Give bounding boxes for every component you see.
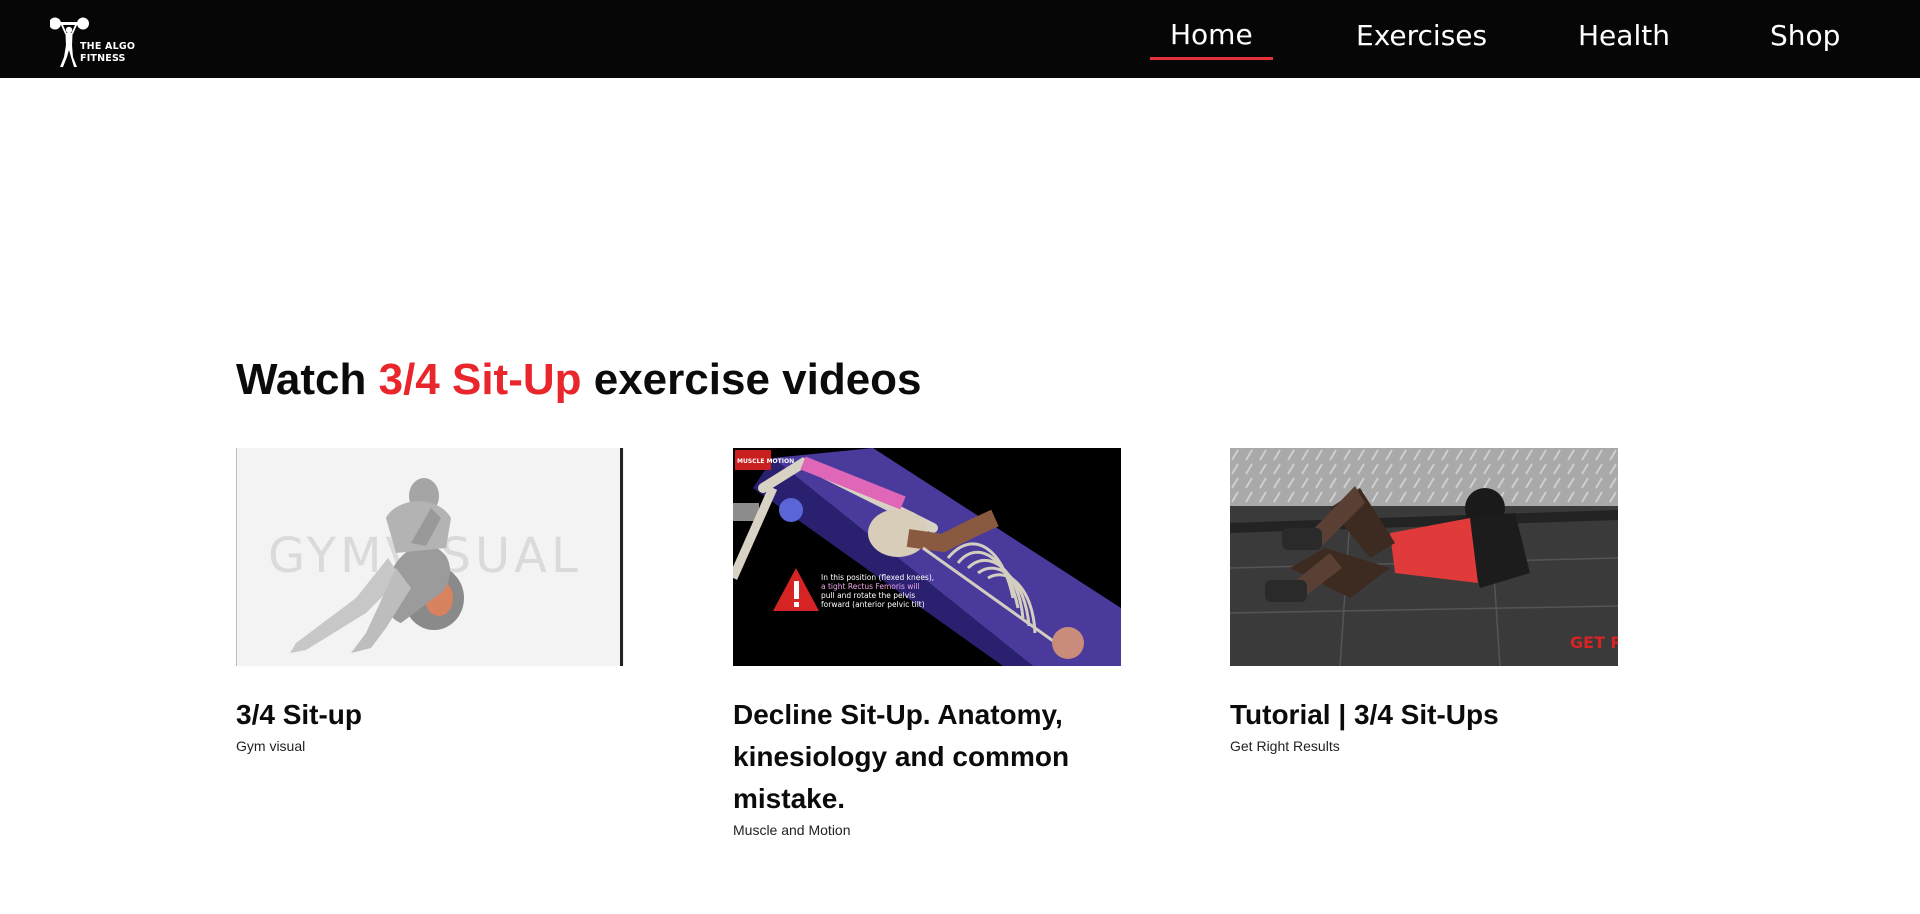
video-card: GET R Tutorial | 3/4 Sit-Ups Get Right R… (1230, 448, 1618, 754)
top-navbar: THE ALGO FITNESS Home Exercises Health S… (0, 0, 1920, 78)
video-card: In this position (flexed knees), a tight… (733, 448, 1121, 838)
video-title[interactable]: Tutorial | 3/4 Sit-Ups (1230, 694, 1618, 736)
channel-badge: MUSCLE MOTION (737, 458, 794, 465)
nav-shop[interactable]: Shop (1770, 16, 1840, 60)
brand-name-line2: FITNESS (80, 53, 126, 64)
heading-exercise-name: 3/4 Sit-Up (378, 355, 582, 404)
gym-tutorial-thumbnail: GET R (1230, 448, 1618, 666)
video-title[interactable]: Decline Sit-Up. Anatomy, kinesiology and… (733, 694, 1121, 820)
video-channel: Gym visual (236, 738, 306, 754)
video-thumbnail[interactable]: In this position (flexed knees), a tight… (733, 448, 1121, 666)
video-channel: Get Right Results (1230, 738, 1340, 754)
thumb-note-line3: pull and rotate the pelvis (821, 591, 915, 600)
videos-section-heading: Watch 3/4 Sit-Up exercise videos (236, 354, 922, 406)
video-thumbnail[interactable]: GET R (1230, 448, 1618, 666)
nav-health[interactable]: Health (1578, 16, 1670, 60)
brand-logo[interactable]: THE ALGO FITNESS (50, 14, 140, 70)
anatomy-animation-thumbnail: In this position (flexed knees), a tight… (733, 448, 1121, 666)
nav-home[interactable]: Home (1150, 15, 1273, 60)
thumb-overlay-text: GET R (1570, 633, 1618, 652)
heading-prefix: Watch (236, 355, 379, 404)
nav-exercises[interactable]: Exercises (1356, 16, 1487, 60)
thumb-note-line4: forward (anterior pelvic tilt) (821, 600, 925, 609)
situp-illustration-thumbnail: GYMVISUAL (236, 448, 624, 666)
brand-name: THE ALGO FITNESS (80, 41, 135, 65)
brand-name-line1: THE ALGO (80, 41, 136, 52)
video-thumbnail[interactable]: GYMVISUAL (236, 448, 624, 666)
thumb-note-line1: In this position (flexed knees), (821, 573, 934, 582)
video-card: GYMVISUAL 3/4 Sit-up Gym visual (236, 448, 624, 754)
video-title[interactable]: 3/4 Sit-up (236, 694, 624, 736)
heading-suffix: exercise videos (581, 355, 922, 404)
thumb-note-line2: a tight Rectus Femoris will (821, 582, 920, 591)
video-channel: Muscle and Motion (733, 822, 851, 838)
